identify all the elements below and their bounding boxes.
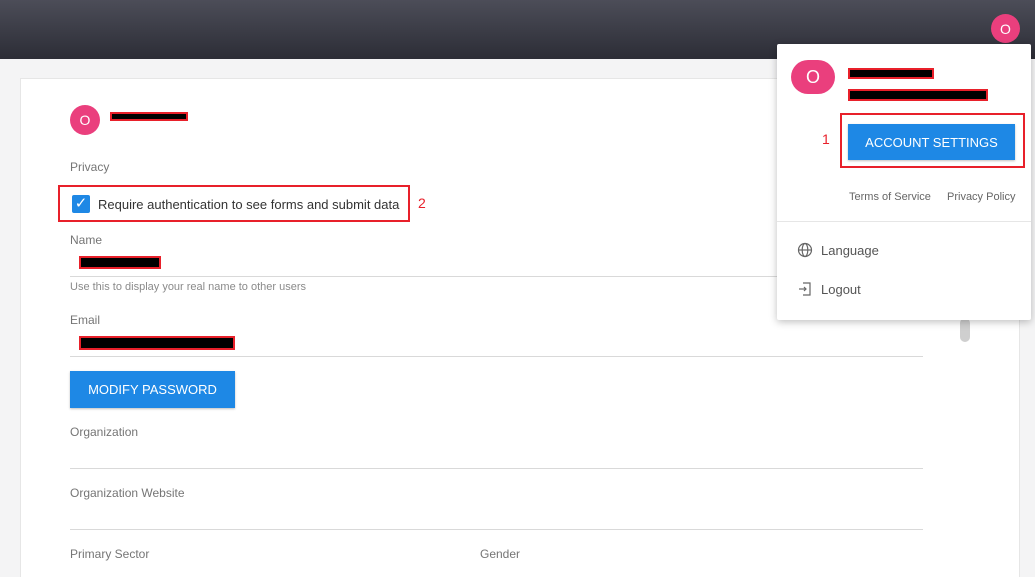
organization-website-label: Organization Website <box>70 486 185 500</box>
name-label: Name <box>70 233 103 247</box>
language-label: Language <box>821 242 879 258</box>
name-hint: Use this to display your real name to ot… <box>70 281 307 293</box>
privacy-policy-link[interactable]: Privacy Policy <box>947 191 1015 203</box>
dropdown-divider <box>777 221 1031 222</box>
organization-website-field-underline[interactable] <box>70 529 923 530</box>
modify-password-button[interactable]: MODIFY PASSWORD <box>70 371 235 408</box>
require-auth-row[interactable]: ✓ Require authentication to see forms an… <box>70 187 409 221</box>
organization-field-underline[interactable] <box>70 468 923 469</box>
logout-menu-item[interactable]: Logout <box>797 277 861 301</box>
email-field-underline <box>70 356 923 357</box>
gender-label: Gender <box>480 547 521 561</box>
account-dropdown-menu: O 1 ACCOUNT SETTINGS Terms of Service Pr… <box>777 44 1031 320</box>
logout-label: Logout <box>821 281 861 297</box>
redacted-dropdown-username <box>848 68 934 79</box>
email-label: Email <box>70 313 101 327</box>
account-settings-button[interactable]: ACCOUNT SETTINGS <box>848 124 1015 160</box>
redacted-email[interactable] <box>79 336 235 350</box>
logout-icon <box>799 282 811 296</box>
require-auth-checkbox[interactable]: ✓ <box>72 195 90 213</box>
language-menu-item[interactable]: Language <box>797 238 879 262</box>
profile-avatar: O <box>70 105 100 135</box>
redacted-dropdown-email <box>848 89 988 101</box>
dropdown-avatar: O <box>791 60 835 94</box>
redacted-name[interactable] <box>79 256 161 269</box>
globe-icon <box>797 242 813 258</box>
annotation-number-2: 2 <box>418 195 426 211</box>
user-avatar-button[interactable]: O <box>991 14 1020 43</box>
check-icon: ✓ <box>74 195 88 212</box>
primary-sector-label: Primary Sector <box>70 547 150 561</box>
annotation-number-1: 1 <box>822 131 830 147</box>
privacy-label: Privacy <box>70 160 110 174</box>
organization-label: Organization <box>70 425 139 439</box>
redacted-username <box>110 112 188 121</box>
scrollbar-thumb[interactable] <box>960 318 970 342</box>
require-auth-label: Require authentication to see forms and … <box>98 196 400 212</box>
terms-of-service-link[interactable]: Terms of Service <box>849 191 931 203</box>
